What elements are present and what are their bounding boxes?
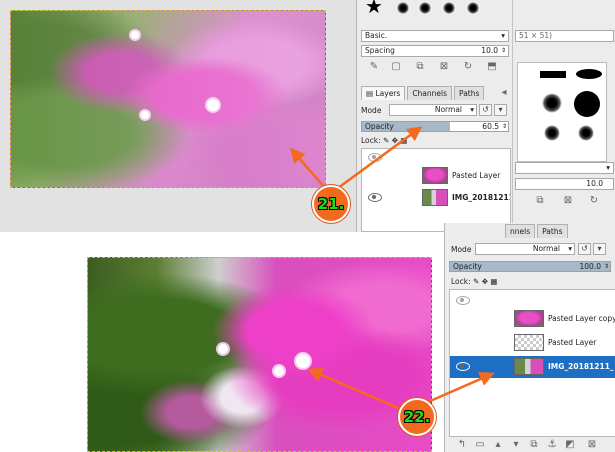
step-number: 22. [403,408,431,426]
arrow-to-layer [427,371,495,404]
step-badge-22: 22. [398,398,436,436]
step-number: 21. [317,195,345,213]
annotation-arrows [290,126,495,412]
step-badge-21: 21. [312,185,350,223]
arrow-to-canvas [290,147,326,189]
arrow-to-opacity [337,126,423,190]
arrow-to-image [307,367,404,412]
